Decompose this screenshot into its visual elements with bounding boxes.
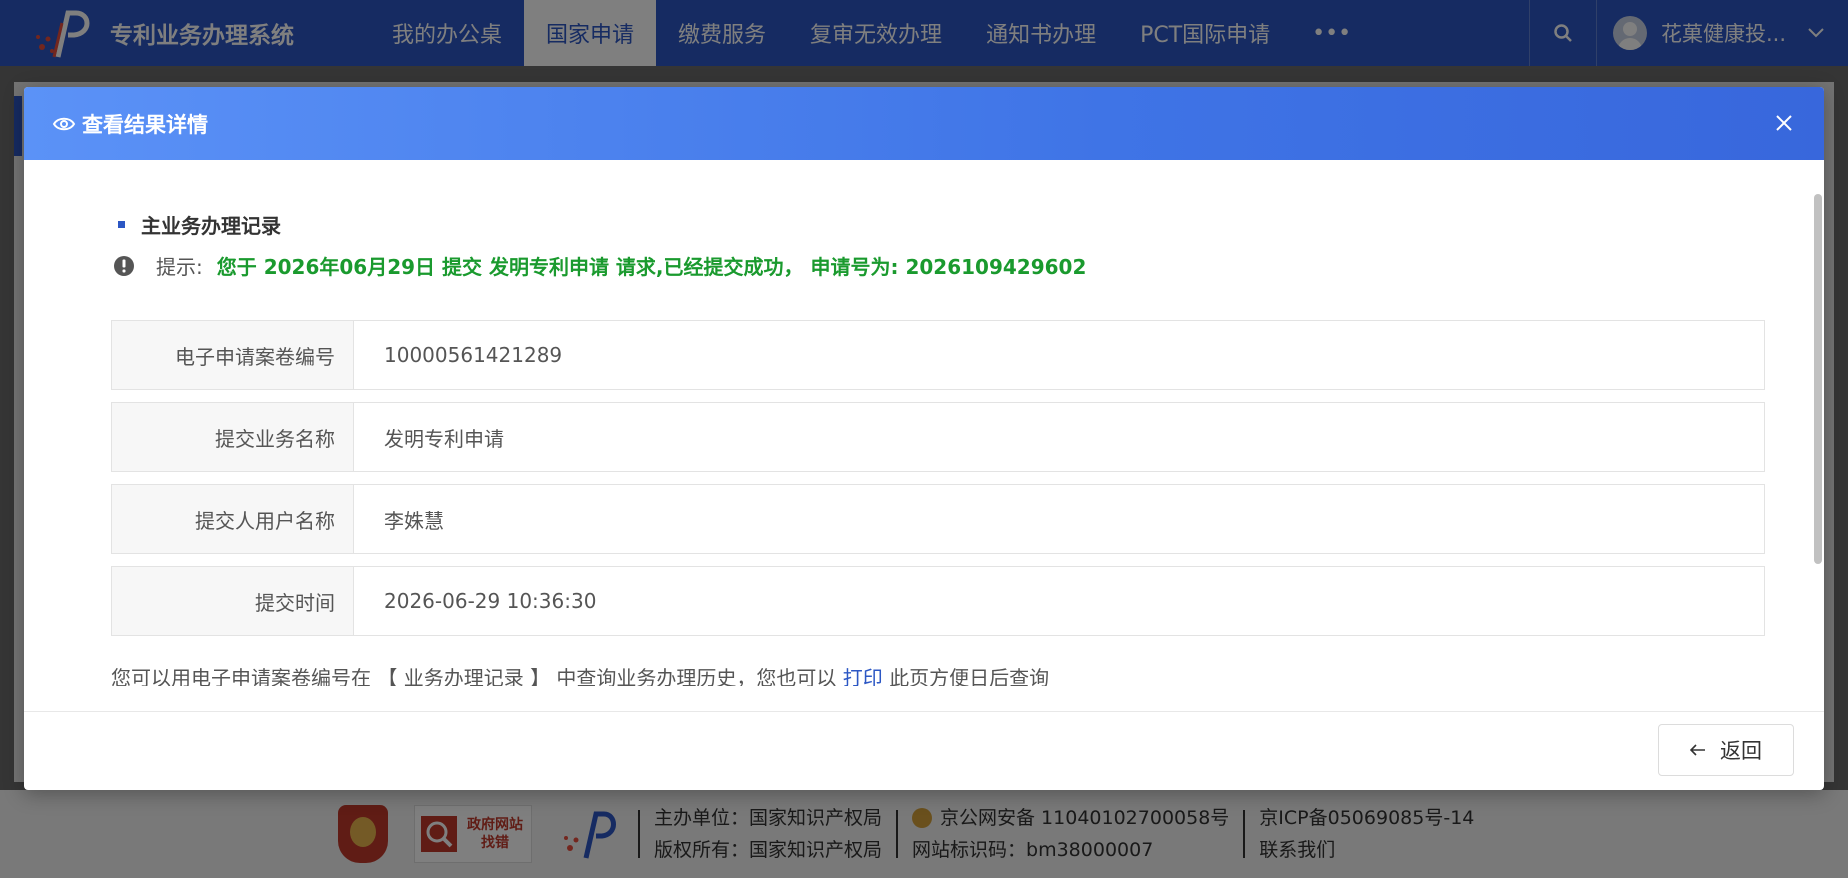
dialog-header: 查看结果详情 xyxy=(24,87,1824,160)
tip-message: 您于 2026年06月29日 提交 发明专利申请 请求,已经提交成功， 申请号为… xyxy=(216,255,1087,279)
dialog-footer: 返回 xyxy=(24,711,1824,790)
table-row: 电子申请案卷编号 10000561421289 xyxy=(111,320,1765,390)
success-tip: 提示: 您于 2026年06月29日 提交 发明专利申请 请求,已经提交成功， … xyxy=(112,251,1086,280)
arrow-left-icon xyxy=(1690,744,1705,756)
dialog-title: 查看结果详情 xyxy=(82,112,208,137)
eye-icon xyxy=(52,116,76,132)
row-label-submitter: 提交人用户名称 xyxy=(112,485,354,553)
section-title-text: 主业务办理记录 xyxy=(141,214,281,238)
close-icon[interactable] xyxy=(1774,113,1794,133)
record-table: 电子申请案卷编号 10000561421289 提交业务名称 发明专利申请 提交… xyxy=(111,320,1765,648)
dialog-scrollbar[interactable] xyxy=(1814,194,1822,564)
table-row: 提交时间 2026-06-29 10:36:30 xyxy=(111,566,1765,636)
row-label-submit-time: 提交时间 xyxy=(112,567,354,635)
back-button-label: 返回 xyxy=(1720,739,1762,763)
result-detail-dialog: 查看结果详情 主业务办理记录 提示: 您于 2026年06月29日 提交 发明专… xyxy=(24,87,1824,790)
tip-label: 提示: xyxy=(156,255,203,279)
table-row: 提交业务名称 发明专利申请 xyxy=(111,402,1765,472)
row-value-case-number: 10000561421289 xyxy=(384,343,563,367)
row-value-submitter: 李姝慧 xyxy=(384,508,444,533)
row-label-case-number: 电子申请案卷编号 xyxy=(112,321,354,389)
row-value-business-name: 发明专利申请 xyxy=(384,426,504,451)
exclamation-icon xyxy=(114,255,134,276)
back-button[interactable]: 返回 xyxy=(1658,724,1794,776)
table-row: 提交人用户名称 李姝慧 xyxy=(111,484,1765,554)
section-bullet xyxy=(118,221,125,228)
section-title: 主业务办理记录 xyxy=(118,210,281,239)
row-label-business-name: 提交业务名称 xyxy=(112,403,354,471)
row-value-submit-time: 2026-06-29 10:36:30 xyxy=(384,589,597,613)
